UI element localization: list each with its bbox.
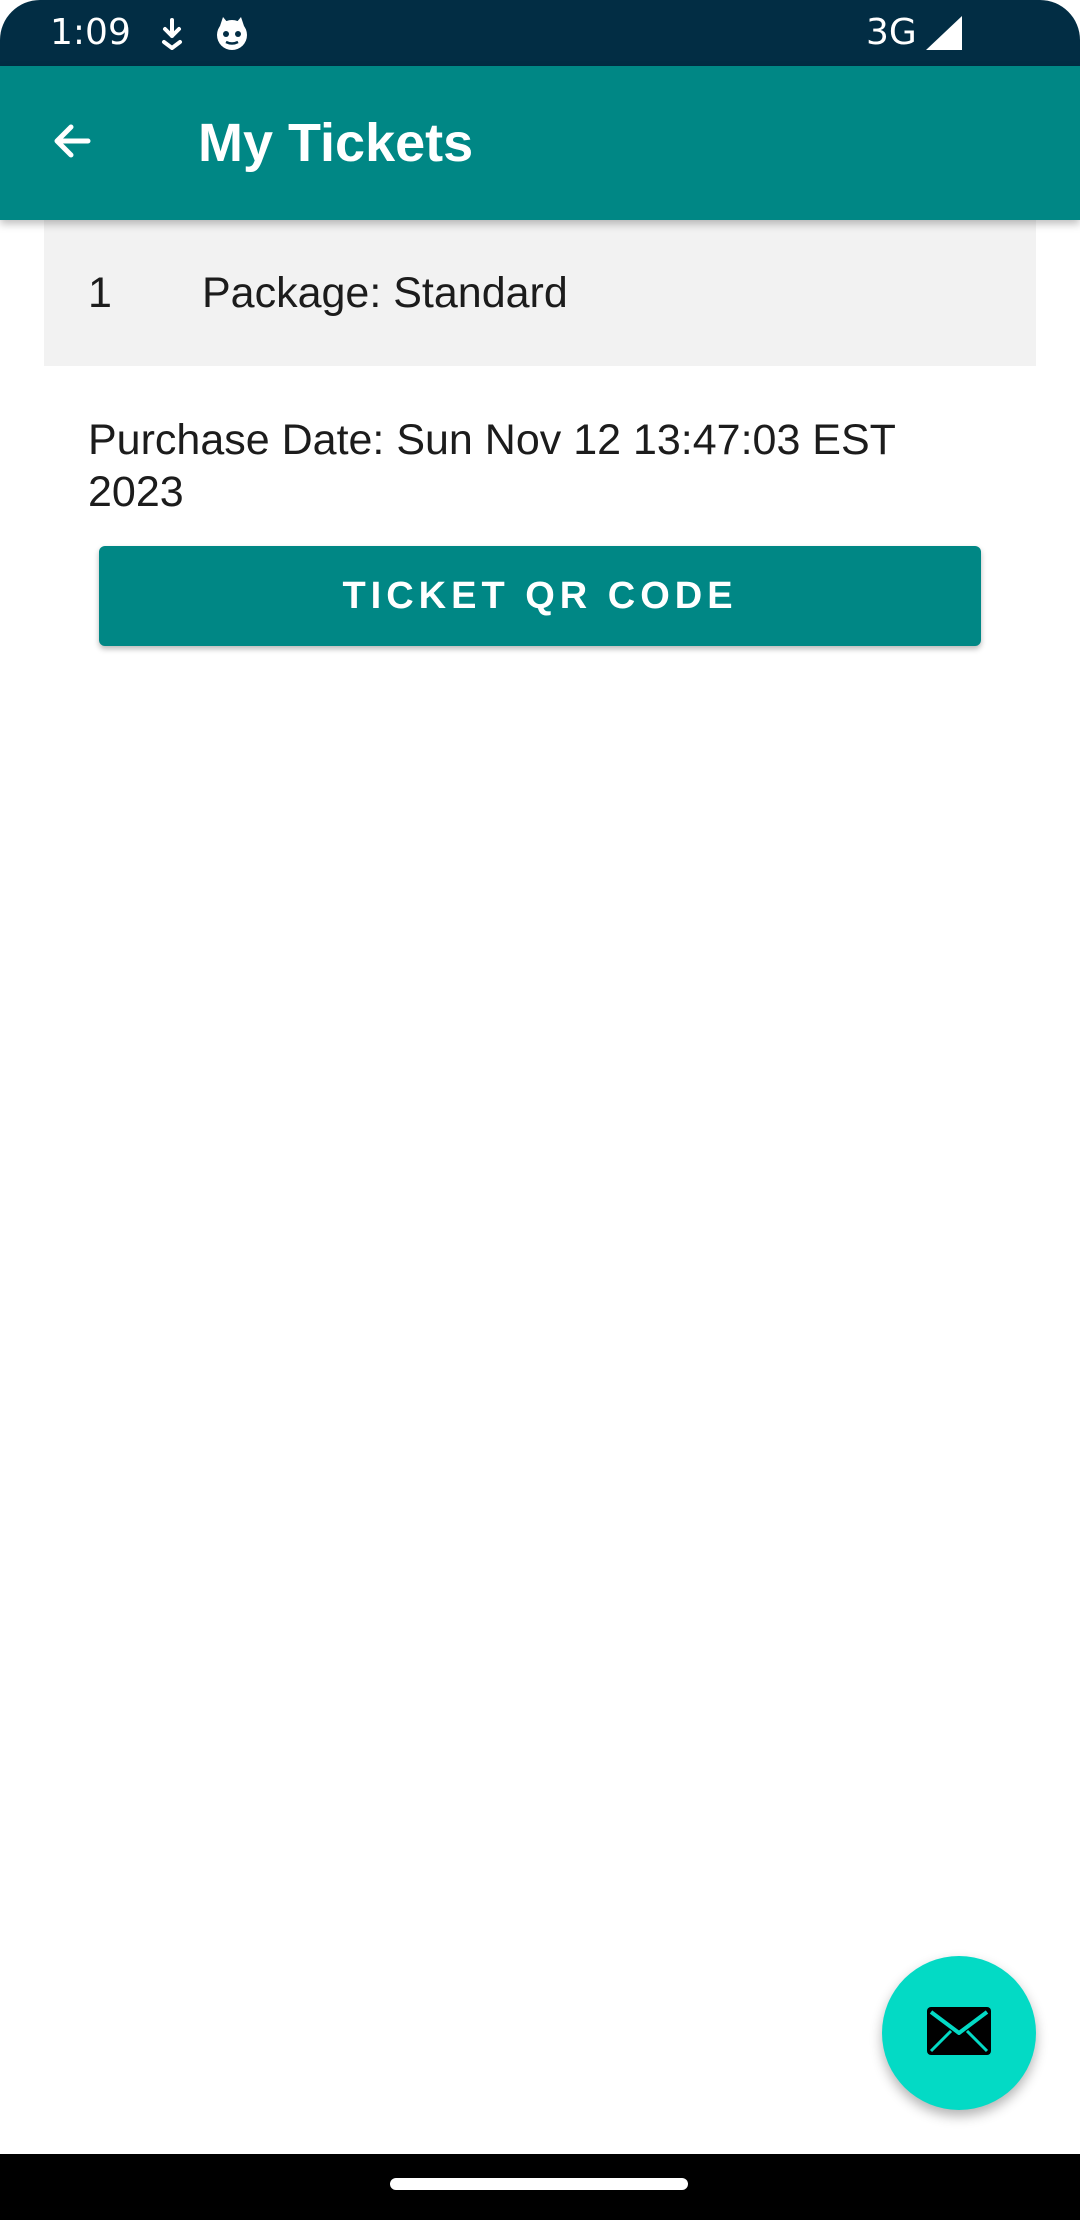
ticket-index: 1 (88, 269, 112, 317)
mail-icon (925, 2005, 993, 2062)
status-time: 1:09 (50, 12, 131, 53)
download-icon (152, 14, 192, 54)
status-bar: 1:09 3G (0, 0, 1080, 66)
signal-icon (926, 16, 962, 50)
ticket-package: Package: Standard (202, 269, 568, 317)
cat-face-icon (212, 14, 252, 54)
network-type: 3G (866, 12, 917, 53)
mail-fab-button[interactable] (882, 1956, 1036, 2110)
ticket-qr-code-button[interactable]: TICKET QR CODE (99, 546, 981, 646)
arrow-back-icon (48, 117, 96, 170)
navigation-bar (0, 2154, 1080, 2220)
page-title: My Tickets (198, 113, 474, 173)
purchase-date: Purchase Date: Sun Nov 12 13:47:03 EST 2… (88, 416, 896, 516)
back-button[interactable] (30, 101, 114, 185)
home-indicator[interactable] (390, 2178, 688, 2190)
ticket-row[interactable]: 1 Package: Standard (44, 220, 1036, 366)
app-bar: My Tickets (0, 66, 1080, 220)
